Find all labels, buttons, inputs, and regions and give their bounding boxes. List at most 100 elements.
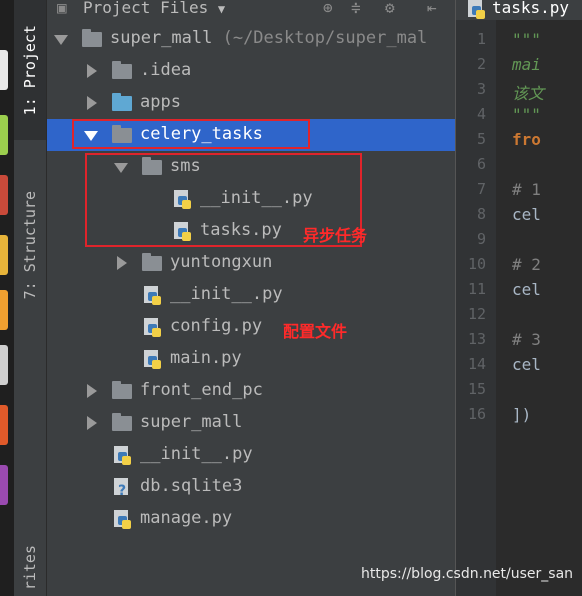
folder-icon xyxy=(82,29,102,47)
tool-window-bar: 1: Project 7: Structure rites xyxy=(14,0,47,596)
tree-item-label: super_mall (~/Desktop/super_mal xyxy=(110,28,427,48)
line-number: 1 xyxy=(476,30,486,48)
expand-arrow-right-icon[interactable] xyxy=(87,384,97,398)
tree-file-row[interactable]: __init__.py xyxy=(47,279,455,311)
python-file-icon xyxy=(142,318,162,338)
python-file-icon xyxy=(112,446,132,466)
tree-item-name: main.py xyxy=(170,348,242,368)
tree-item-name: db.sqlite3 xyxy=(140,476,243,496)
tree-item-label: main.py xyxy=(170,348,242,368)
expand-arrow-right-icon[interactable] xyxy=(87,64,97,78)
folder-icon xyxy=(112,93,132,111)
code-line: cel xyxy=(512,355,541,374)
code-line: fro xyxy=(512,130,541,149)
code-line: cel xyxy=(512,205,541,224)
code-line: # 3 xyxy=(512,330,541,349)
tool-tab-project-label: 1: Project xyxy=(21,24,39,116)
code-line: """ xyxy=(512,105,541,124)
app-launcher-icon[interactable] xyxy=(0,290,8,330)
app-launcher-icon[interactable] xyxy=(0,235,8,275)
tree-item-name: yuntongxun xyxy=(170,252,273,272)
editor-gutter: 1 2 3 4 5 6 7 8 9 10 11 12 13 14 15 16 xyxy=(456,20,496,596)
line-number: 12 xyxy=(467,305,486,323)
hide-icon[interactable]: ⇤ xyxy=(427,0,437,17)
folder-icon xyxy=(112,413,132,431)
tool-tab-structure-label: 7: Structure xyxy=(21,190,39,300)
tree-file-row[interactable]: manage.py xyxy=(47,503,455,535)
line-number: 5 xyxy=(476,130,486,148)
code-line: cel xyxy=(512,280,541,299)
editor-tab[interactable]: tasks.py xyxy=(456,0,582,20)
tree-folder-row[interactable]: yuntongxun xyxy=(47,247,455,279)
collapse-icon[interactable]: ≑ xyxy=(351,0,361,17)
watermark: https://blog.csdn.net/user_san xyxy=(361,566,574,582)
expand-arrow-right-icon[interactable] xyxy=(87,416,97,430)
line-number: 14 xyxy=(467,355,486,373)
annotation-box-celery-tasks xyxy=(72,119,310,149)
code-line: # 2 xyxy=(512,255,541,274)
line-number: 8 xyxy=(476,205,486,223)
tree-item-name: apps xyxy=(140,92,181,112)
expand-arrow-down-icon[interactable] xyxy=(54,35,68,45)
triangle-down-icon: ▼ xyxy=(217,2,226,16)
tree-file-row[interactable]: ? db.sqlite3 xyxy=(47,471,455,503)
target-icon[interactable]: ⊕ xyxy=(323,0,333,17)
tool-tab-favorites-label: rites xyxy=(21,545,39,591)
tree-file-row[interactable]: main.py xyxy=(47,343,455,375)
editor-tab-title: tasks.py xyxy=(492,0,570,17)
line-number: 11 xyxy=(467,280,486,298)
tree-item-name: __init__.py xyxy=(170,284,283,304)
tree-item-label: .idea xyxy=(140,60,191,80)
line-number: 9 xyxy=(476,230,486,248)
folder-icon xyxy=(112,61,132,79)
tree-item-label: yuntongxun xyxy=(170,252,272,272)
app-launcher-icon[interactable] xyxy=(0,465,8,505)
code-line: 该文 xyxy=(512,84,545,103)
line-number: 7 xyxy=(476,180,486,198)
tree-item-name: super_mall xyxy=(110,28,213,48)
tree-folder-row[interactable]: apps xyxy=(47,87,455,119)
tree-folder-row[interactable]: .idea xyxy=(47,55,455,87)
line-number: 3 xyxy=(476,80,486,98)
code-line: # 1 xyxy=(512,180,541,199)
line-number: 16 xyxy=(467,405,486,423)
os-launcher-strip xyxy=(0,0,14,596)
tree-folder-row[interactable]: super_mall (~/Desktop/super_mal xyxy=(47,23,455,55)
tree-item-label: apps xyxy=(140,92,181,112)
tool-tab-project[interactable]: 1: Project xyxy=(14,0,46,140)
tree-file-row[interactable]: __init__.py xyxy=(47,439,455,471)
tool-tab-structure[interactable]: 7: Structure xyxy=(14,170,46,320)
tool-tab-favorites[interactable]: rites xyxy=(14,540,46,596)
folder-icon xyxy=(142,253,162,271)
app-launcher-icon[interactable] xyxy=(0,345,8,385)
project-view-title: Project Files xyxy=(83,0,209,17)
project-files-icon: ▣ xyxy=(57,0,67,17)
project-view-selector[interactable]: Project Files ▼ xyxy=(83,0,225,17)
tree-folder-row[interactable]: super_mall xyxy=(47,407,455,439)
app-launcher-icon[interactable] xyxy=(0,50,8,90)
python-file-icon xyxy=(112,510,132,530)
unknown-file-icon: ? xyxy=(112,478,132,499)
tree-item-label: manage.py xyxy=(140,508,232,528)
expand-arrow-right-icon[interactable] xyxy=(117,256,127,270)
tree-folder-row[interactable]: front_end_pc xyxy=(47,375,455,407)
tree-item-name: .idea xyxy=(140,60,192,80)
line-number: 10 xyxy=(467,255,486,273)
tree-file-row[interactable]: config.py xyxy=(47,311,455,343)
app-launcher-icon[interactable] xyxy=(0,405,8,445)
app-launcher-icon[interactable] xyxy=(0,115,8,155)
line-number: 15 xyxy=(467,380,486,398)
tree-item-name: config.py xyxy=(170,316,263,336)
code-editor[interactable]: tasks.py 1 2 3 4 5 6 7 8 9 10 11 12 13 14 15 16 """ mai 该… xyxy=(455,0,582,596)
folder-icon xyxy=(112,381,132,399)
gear-icon[interactable]: ⚙ xyxy=(385,0,395,17)
line-number: 6 xyxy=(476,155,486,173)
tree-item-label: __init__.py xyxy=(140,444,253,464)
app-launcher-icon[interactable] xyxy=(0,175,8,215)
project-panel: ▣ Project Files ▼ ⊕ ≑ ⚙ ⇤ super_mall (~/… xyxy=(47,0,455,596)
tree-item-label: db.sqlite3 xyxy=(140,476,242,496)
annotation-label-config-file: 配置文件 xyxy=(283,322,348,341)
expand-arrow-right-icon[interactable] xyxy=(87,96,97,110)
tree-item-label: super_mall xyxy=(140,412,242,432)
line-number: 4 xyxy=(476,105,486,123)
